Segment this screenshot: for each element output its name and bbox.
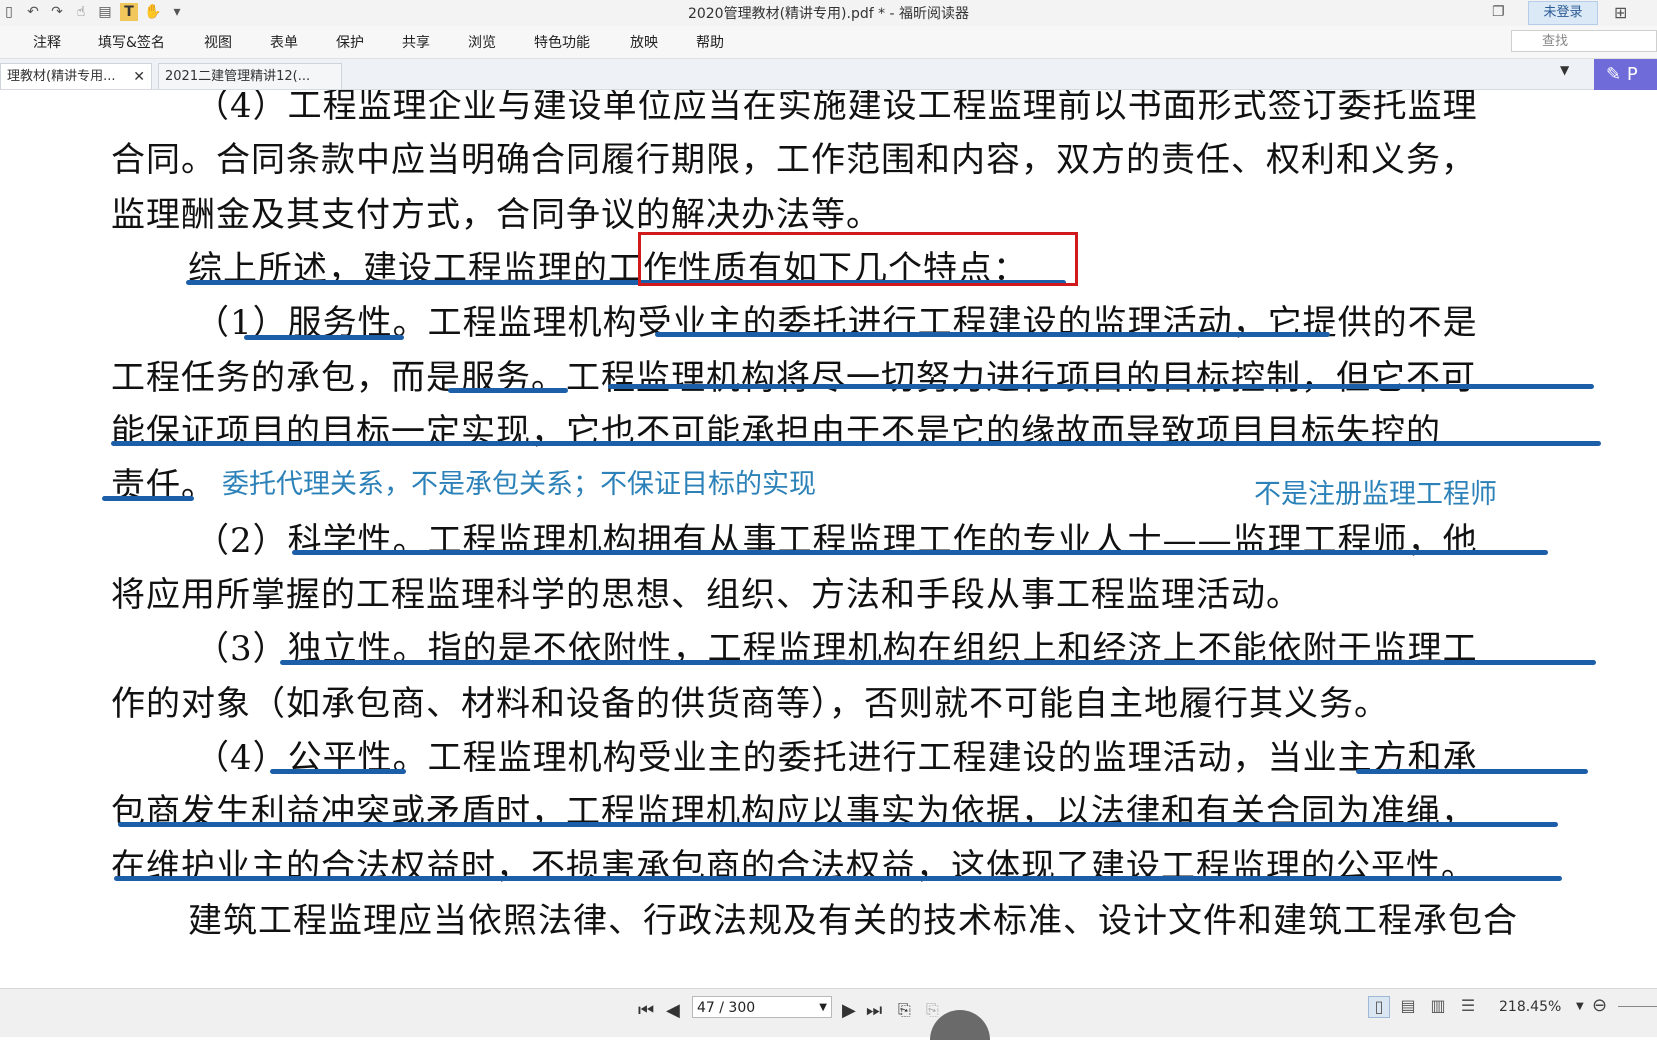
single-page-view-icon[interactable]: ▯ [1368,996,1390,1018]
continuous-facing-view-icon[interactable]: ☰ [1458,996,1478,1016]
pdf-page[interactable]: （4）工程监理企业与建设单位应当在实施建设工程监理前以书面形式签订委托监理 合同… [0,90,1657,988]
next-page-icon[interactable]: ▶ [842,1000,856,1021]
prev-page-icon[interactable]: ◀ [666,1000,680,1021]
document-tab-bar: 理教材(精讲专用... ✕ 2021二建管理精讲12(... [0,59,1657,90]
menu-fill-sign[interactable]: 填写&签名 [98,32,165,52]
text-line: 将应用所掌握的工程监理科学的思想、组织、方法和手段从事工程监理活动。 [111,575,1301,615]
handwritten-note: 不是注册监理工程师 [1254,479,1497,510]
menu-view[interactable]: 视图 [204,32,232,52]
text-line: （4）工程监理企业与建设单位应当在实施建设工程监理前以书面形式签订委托监理 [195,90,1478,126]
tab-2020-textbook[interactable]: 理教材(精讲专用... ✕ [0,63,152,89]
underline-annotation[interactable] [102,496,194,501]
menu-comment[interactable]: 注释 [33,32,61,52]
chevron-down-icon[interactable]: ▼ [1560,63,1569,77]
underline-annotation[interactable] [1356,769,1588,774]
text-line: 建筑工程监理应当依照法律、行政法规及有关的技术标准、设计文件和建筑工程承包合 [188,901,1518,941]
underline-annotation[interactable] [655,332,1330,337]
tab-label: 2021二建管理精讲12(... [165,69,311,84]
layout-icon[interactable]: ⊞ [1614,3,1627,22]
text-line: 合同。合同条款中应当明确合同履行期限，工作范围和内容，双方的责任、权利和义务， [111,140,1476,180]
window-title: 2020管理教材(精讲专用).pdf * - 福昕阅读器 [687,6,970,22]
pen-tool-button[interactable]: ✎ P [1594,59,1657,91]
text-line: 工程任务的承包，而是服务。工程监理机构将尽一切努力进行项目的目标控制，但它不可 [111,358,1476,398]
zoom-level[interactable]: 218.45% [1499,999,1561,1015]
underline-annotation[interactable] [114,876,1562,881]
underline-annotation[interactable] [270,769,406,774]
tab-label: 理教材(精讲专用... [7,69,116,84]
underline-annotation[interactable] [292,550,1548,555]
zoom-slider[interactable] [1618,1006,1657,1007]
text-line: 监理酬金及其支付方式，合同争议的解决办法等。 [111,195,881,235]
menu-share[interactable]: 共享 [402,32,430,52]
handwritten-note: 委托代理关系，不是承包关系；不保证目标的实现 [222,469,816,500]
pen-icon: ✎ [1606,64,1622,85]
underline-annotation[interactable] [111,441,1601,446]
first-page-icon[interactable]: ⏮ [638,1000,654,1021]
underline-annotation[interactable] [118,822,1558,827]
chevron-down-icon[interactable]: ▼ [819,997,827,1019]
search-input[interactable]: 查找 [1511,30,1657,52]
menu-slideshow[interactable]: 放映 [630,32,658,52]
menu-form[interactable]: 表单 [270,32,298,52]
next-view-icon[interactable]: ⎘ [926,1000,939,1020]
menu-protect[interactable]: 保护 [336,32,364,52]
menu-features[interactable]: 特色功能 [534,32,590,52]
facing-view-icon[interactable]: ▥ [1428,996,1448,1016]
tab-2021-lecture[interactable]: 2021二建管理精讲12(... [158,63,342,89]
menu-help[interactable]: 帮助 [696,32,724,52]
zoom-out-icon[interactable]: ⊖ [1592,995,1607,1016]
continuous-view-icon[interactable]: ▤ [1398,996,1418,1016]
title-bar: ▯ ↶ ↷ ☝ ▤ T ✋ ▾ 2020管理教材(精讲专用).pdf * - 福… [0,0,1657,26]
underline-annotation[interactable] [280,660,1596,665]
underline-annotation[interactable] [608,384,1594,389]
menu-bar: 注释 填写&签名 视图 表单 保护 共享 浏览 特色功能 放映 帮助 [0,26,1657,59]
login-button[interactable]: 未登录 [1528,1,1598,25]
last-page-icon[interactable]: ⏭ [866,1000,882,1021]
menu-browse[interactable]: 浏览 [468,32,496,52]
underline-annotation[interactable] [448,388,568,393]
previous-view-icon[interactable]: ⎘ [898,1000,911,1020]
text-line: 作的对象（如承包商、材料和设备的供货商等），否则就不可能自主地履行其义务。 [111,684,1389,724]
restore-window-icon[interactable]: ❐ [1492,4,1505,20]
page-number-input[interactable]: 47 / 300 ▼ [692,996,832,1018]
chevron-down-icon[interactable]: ▼ [1576,1001,1584,1012]
underline-annotation[interactable] [244,335,404,340]
close-icon[interactable]: ✕ [133,64,145,90]
highlight-box-annotation[interactable] [638,232,1078,286]
